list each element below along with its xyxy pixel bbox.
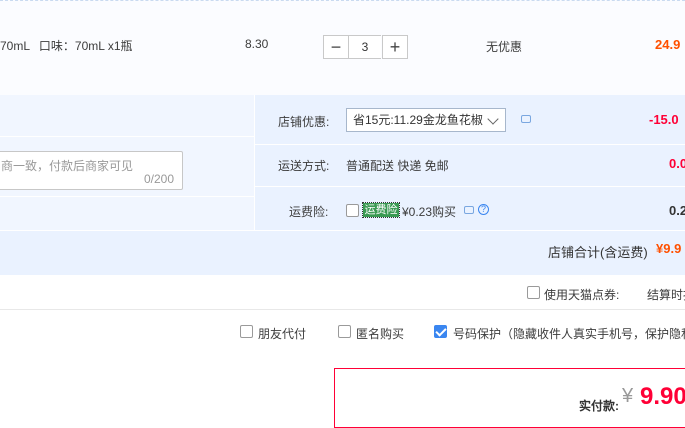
number-protect-label: 号码保护（隐藏收件人真实手机号，保护隐私） xyxy=(453,327,685,341)
shipping-value: 普通配送 快递 免邮 xyxy=(346,159,449,173)
promo-amount: -15.0 xyxy=(649,112,679,127)
quantity-input[interactable]: 3 xyxy=(349,35,381,59)
shipping-label: 运送方式: xyxy=(278,159,330,173)
promo-label: 店铺优惠: xyxy=(278,115,330,129)
insurance-badge: 运费险 xyxy=(362,202,400,218)
promo-selected: 省15元:11.29金龙鱼花椒 xyxy=(353,113,483,127)
remark-counter: 0/200 xyxy=(143,172,174,186)
number-protect-checkbox[interactable] xyxy=(434,325,447,338)
insurance-checkbox[interactable] xyxy=(346,204,359,217)
tmall-points-label: 使用天猫点券: xyxy=(544,288,620,302)
shop-total-label: 店铺合计(含运费) xyxy=(548,245,648,260)
quantity-decrease-button[interactable]: − xyxy=(323,35,349,59)
payment-label: 实付款: xyxy=(579,399,619,413)
friend-pay-checkbox[interactable] xyxy=(240,325,253,338)
divider xyxy=(0,309,685,310)
chat-icon[interactable] xyxy=(464,206,474,214)
item-row-divider xyxy=(0,0,685,1)
promo-select[interactable]: 省15元:11.29金龙鱼花椒 xyxy=(346,108,506,132)
remark-textarea[interactable]: 商一致，付款后商家可见 0/200 xyxy=(0,151,183,190)
payment-amount: 9.90 xyxy=(640,383,685,410)
chat-icon[interactable] xyxy=(521,115,531,123)
minus-icon: − xyxy=(330,36,342,57)
item-subtotal: 24.9 xyxy=(655,37,681,52)
item-title-fragment: 70mL xyxy=(0,39,30,53)
item-spec: 口味：70mL x1瓶 xyxy=(38,39,133,53)
insurance-amount: 0.2 xyxy=(669,203,685,218)
insurance-price: ¥0.23购买 xyxy=(402,205,457,219)
anonymous-checkbox[interactable] xyxy=(338,325,351,338)
item-unit-price: 8.30 xyxy=(245,37,269,51)
checkout-note: 结算时扣 xyxy=(647,288,685,302)
friend-pay-label: 朋友代付 xyxy=(258,327,307,341)
remark-placeholder: 商一致，付款后商家可见 xyxy=(1,159,134,173)
quantity-increase-button[interactable]: + xyxy=(382,35,408,59)
shipping-amount: 0.0 xyxy=(669,156,685,171)
divider xyxy=(0,196,254,197)
chevron-down-icon xyxy=(487,113,499,125)
help-icon[interactable]: ? xyxy=(478,204,489,215)
tmall-points-checkbox[interactable] xyxy=(527,286,540,299)
divider xyxy=(254,95,255,230)
divider xyxy=(255,144,685,145)
item-info: 70mL 口味：70mL x1瓶 xyxy=(0,37,133,54)
payment-currency: ¥ xyxy=(622,385,634,407)
divider xyxy=(0,136,254,137)
divider xyxy=(255,186,685,187)
item-discount: 无优惠 xyxy=(486,40,523,54)
shop-total-amount: ¥9.9 xyxy=(656,241,682,256)
insurance-label: 运费险: xyxy=(289,205,329,219)
plus-icon: + xyxy=(389,36,401,57)
anonymous-label: 匿名购买 xyxy=(356,327,405,341)
